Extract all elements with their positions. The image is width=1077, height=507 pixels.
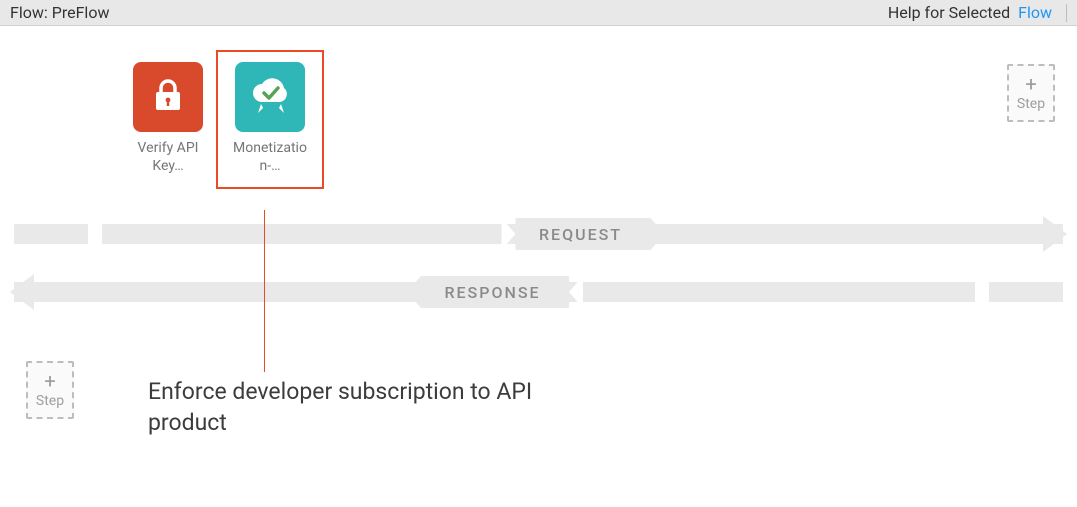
topbar-divider xyxy=(1066,4,1067,22)
policy-tile xyxy=(133,62,203,132)
topbar-right: Help for Selected Flow xyxy=(888,3,1067,22)
flow-link[interactable]: Flow xyxy=(1018,3,1052,22)
add-step-label: Step xyxy=(36,393,64,409)
arrow-left-icon xyxy=(10,274,34,310)
callout-line xyxy=(264,210,265,372)
arrow-right-icon xyxy=(1043,216,1067,252)
band-segment xyxy=(14,224,88,244)
cloud-check-icon xyxy=(247,72,293,122)
request-label-chevron: REQUEST xyxy=(515,218,650,250)
flow-canvas: Verify API Key… Monetization-… + Step xyxy=(0,26,1077,507)
request-label: REQUEST xyxy=(539,225,622,244)
lock-icon xyxy=(148,75,188,119)
policy-monetization[interactable]: Monetization-… xyxy=(230,62,310,175)
flow-title: Flow: PreFlow xyxy=(10,3,109,22)
policy-label: Monetization-… xyxy=(230,140,310,175)
callout-text: Enforce developer subscription to API pr… xyxy=(148,376,608,438)
policy-label: Verify API Key… xyxy=(128,140,208,175)
response-label: RESPONSE xyxy=(444,283,540,302)
policy-verify-api-key[interactable]: Verify API Key… xyxy=(128,62,208,175)
band-bar: REQUEST xyxy=(102,224,1063,244)
topbar: Flow: PreFlow Help for Selected Flow xyxy=(0,0,1077,26)
add-step-label: Step xyxy=(1017,96,1045,112)
response-label-chevron: RESPONSE xyxy=(420,276,568,308)
plus-icon: + xyxy=(1025,74,1036,94)
plus-icon: + xyxy=(44,371,55,391)
request-band: REQUEST xyxy=(14,218,1063,250)
band-segment xyxy=(989,282,1063,302)
add-step-request-button[interactable]: + Step xyxy=(1007,64,1055,122)
response-band: RESPONSE xyxy=(14,276,1063,308)
help-for-selected-label: Help for Selected xyxy=(888,3,1010,22)
add-step-response-button[interactable]: + Step xyxy=(26,361,74,419)
policy-area: Verify API Key… Monetization-… xyxy=(128,62,310,175)
policy-tile xyxy=(235,62,305,132)
band-bar: RESPONSE xyxy=(14,282,975,302)
